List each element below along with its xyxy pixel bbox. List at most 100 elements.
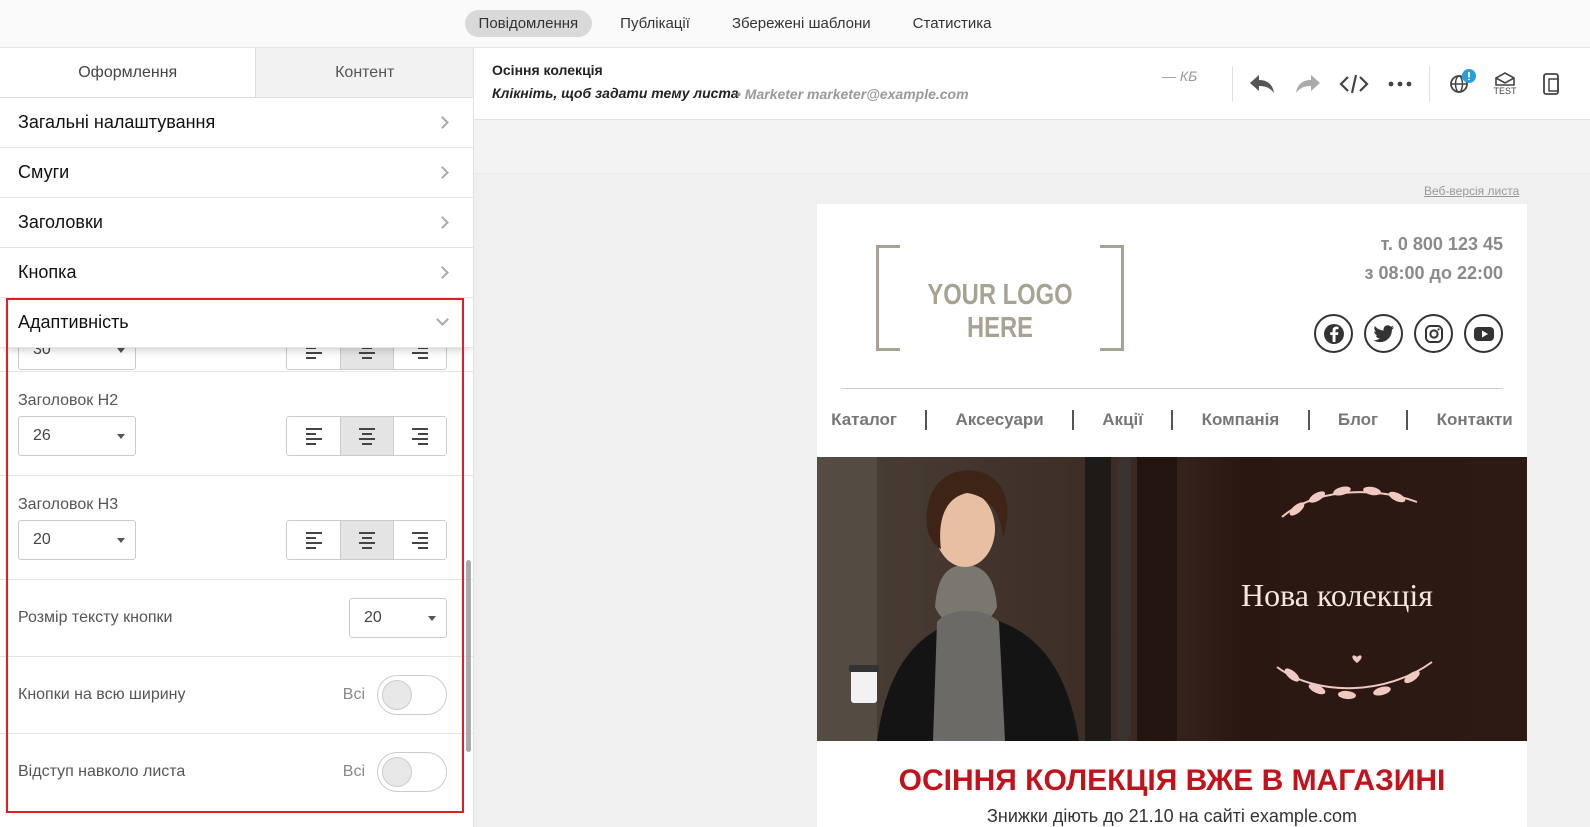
language-button[interactable] (1436, 69, 1482, 95)
accordion-responsive[interactable]: Адаптивність (0, 298, 473, 348)
tab-content[interactable]: Контент (255, 48, 473, 97)
undo-button[interactable] (1239, 73, 1285, 95)
chevron-right-icon (436, 166, 449, 179)
mobile-preview-button[interactable] (1528, 72, 1574, 96)
h2-size-select[interactable]: 26 (18, 416, 136, 456)
phone-number: т. 0 800 123 45 (1380, 234, 1503, 254)
logo-text: YOUR LOGO HERE (927, 279, 1073, 344)
top-navigation: Повідомлення Публікації Збережені шаблон… (0, 0, 1590, 48)
button-text-size-select[interactable]: 20 (349, 598, 447, 638)
select-value: 26 (33, 427, 51, 444)
menu-item-promotions[interactable]: Акції (1102, 410, 1143, 430)
accordion-button[interactable]: Кнопка (0, 248, 473, 298)
menu-item-accessories[interactable]: Аксесуари (956, 410, 1044, 430)
tab-design[interactable]: Оформлення (0, 48, 256, 97)
accordion-label: Кнопка (18, 262, 77, 282)
caret-down-icon (117, 348, 125, 353)
align-right-icon (412, 427, 428, 445)
align-right-button[interactable] (393, 348, 446, 369)
editor-header: Осіння колекція Клікніть, щоб задати тем… (474, 48, 1590, 120)
align-left-icon (305, 427, 322, 445)
align-right-button[interactable] (393, 521, 446, 559)
h3-row: Заголовок H3 20 (0, 476, 473, 580)
menu-item-catalog[interactable]: Каталог (831, 410, 897, 430)
panel-tabs: Оформлення Контент (0, 48, 473, 98)
menu-separator (1171, 410, 1174, 430)
email-headline[interactable]: ОСІННЯ КОЛЕКЦІЯ ВЖЕ В МАГАЗИНІ (817, 764, 1527, 798)
h1-align-group (286, 348, 447, 370)
full-width-buttons-toggle[interactable] (377, 675, 447, 715)
message-title[interactable]: Осіння колекція (492, 62, 603, 78)
test-send-button[interactable]: TEST (1482, 72, 1528, 96)
youtube-icon[interactable] (1464, 314, 1503, 353)
code-icon (1339, 74, 1369, 94)
sender-info[interactable]: • Marketer marketer@example.com (736, 86, 969, 102)
panel-scrollbar[interactable] (466, 560, 471, 752)
email-menu: Каталог Аксесуари Акції Компанія Блог Ко… (817, 410, 1527, 430)
accordion-headings[interactable]: Заголовки (0, 198, 473, 248)
accordion-stripes[interactable]: Смуги (0, 148, 473, 198)
logo-placeholder[interactable]: YOUR LOGO HERE (876, 245, 1124, 351)
align-center-icon (359, 348, 375, 359)
tab-messages[interactable]: Повідомлення (464, 10, 593, 37)
align-center-icon (359, 531, 375, 549)
full-width-buttons-row: Кнопки на всю ширину Всі (0, 657, 473, 734)
caret-down-icon (117, 537, 125, 543)
tab-saved-templates[interactable]: Збережені шаблони (718, 10, 885, 37)
tab-statistics[interactable]: Статистика (899, 10, 1006, 37)
menu-item-company[interactable]: Компанія (1202, 410, 1280, 430)
more-icon (1388, 81, 1412, 87)
facebook-icon[interactable] (1314, 314, 1353, 353)
align-center-button[interactable] (340, 521, 393, 559)
menu-item-contacts[interactable]: Контакти (1437, 410, 1513, 430)
select-value: 30 (33, 348, 51, 358)
toggle-knob (382, 680, 412, 710)
align-left-button[interactable] (287, 521, 340, 559)
chevron-right-icon (436, 116, 449, 129)
align-center-button[interactable] (340, 348, 393, 369)
contact-info: т. 0 800 123 45 з 08:00 до 22:00 (1365, 230, 1503, 288)
email-subline[interactable]: Знижки діють до 21.10 на сайті example.c… (817, 806, 1527, 827)
redo-button[interactable] (1285, 73, 1331, 95)
menu-item-blog[interactable]: Блог (1338, 410, 1378, 430)
h3-size-select[interactable]: 20 (18, 520, 136, 560)
letter-padding-toggle[interactable] (377, 752, 447, 792)
accordion-label: Адаптивність (18, 312, 129, 332)
test-label: TEST (1493, 86, 1517, 96)
logo-bracket-left (876, 245, 900, 351)
caret-down-icon (428, 615, 436, 621)
align-center-button[interactable] (340, 417, 393, 455)
menu-separator (1307, 410, 1310, 430)
email-editor: Осіння колекція Клікніть, щоб задати тем… (474, 48, 1590, 827)
editor-strip (474, 120, 1590, 174)
scope-label: Всі (342, 686, 365, 703)
logo-bracket-right (1100, 245, 1124, 351)
more-button[interactable] (1377, 81, 1423, 87)
align-right-icon (412, 531, 428, 549)
align-right-button[interactable] (393, 417, 446, 455)
device-icon (1543, 73, 1559, 95)
accordion-general-settings[interactable]: Загальні налаштування (0, 98, 473, 148)
code-button[interactable] (1331, 73, 1377, 95)
tab-publications[interactable]: Публікації (606, 10, 704, 37)
align-right-icon (412, 348, 428, 359)
h2-label: Заголовок H2 (18, 392, 119, 409)
social-links (1314, 314, 1503, 353)
menu-separator (925, 410, 928, 430)
twitter-icon[interactable] (1364, 314, 1403, 353)
toggle-knob (382, 757, 412, 787)
hero-banner[interactable]: Нова колекція (817, 457, 1527, 741)
header-divider (841, 388, 1503, 389)
align-left-button[interactable] (287, 348, 340, 369)
align-left-button[interactable] (287, 417, 340, 455)
h1-size-select[interactable]: 30 (18, 348, 136, 370)
scope-label: Всі (342, 763, 365, 780)
info-badge-icon (1462, 69, 1476, 83)
letter-padding-label: Відступ навколо листа (18, 763, 186, 780)
subject-placeholder[interactable]: Клікніть, щоб задати тему листа (492, 85, 739, 101)
instagram-icon[interactable] (1414, 314, 1453, 353)
chevron-right-icon (436, 266, 449, 279)
menu-separator (1072, 410, 1075, 430)
full-width-buttons-label: Кнопки на всю ширину (18, 686, 186, 703)
web-version-link[interactable]: Веб-версія листа (1424, 184, 1519, 198)
